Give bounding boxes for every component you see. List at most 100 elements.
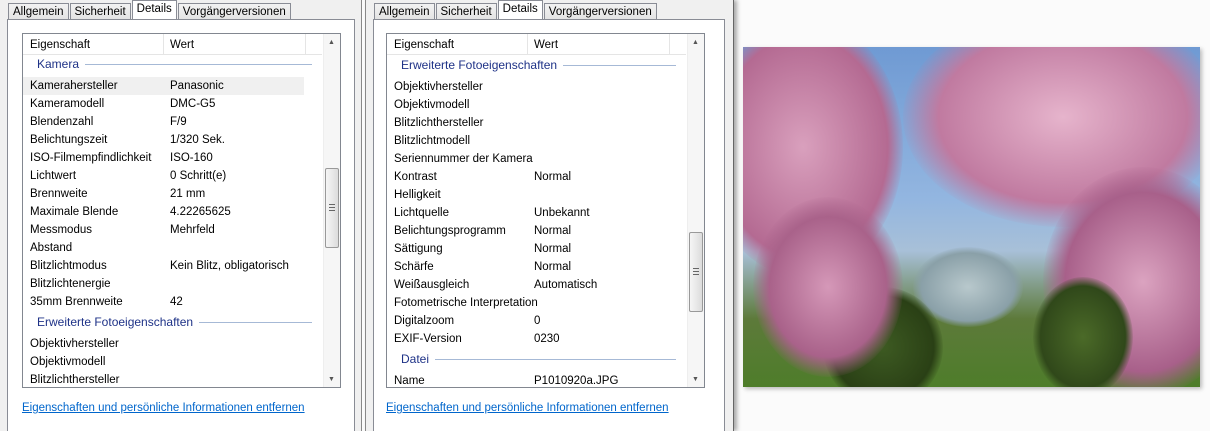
- group-header[interactable]: Datei: [387, 350, 686, 368]
- list-item[interactable]: Objektivmodell: [387, 96, 686, 114]
- property-name: Blitzlichtenergie: [30, 278, 111, 290]
- tab-details[interactable]: Details: [131, 0, 177, 19]
- list-item[interactable]: EXIF-Version 0230: [387, 330, 686, 348]
- column-wert[interactable]: Wert: [170, 39, 194, 51]
- tab-sicherheit[interactable]: Sicherheit: [69, 3, 131, 20]
- list-item[interactable]: Objektivmodell: [23, 353, 322, 371]
- property-name: Blendenzahl: [30, 116, 94, 128]
- scroll-thumb[interactable]: [689, 232, 703, 312]
- property-name: Digitalzoom: [394, 315, 455, 327]
- property-value: 4.22265625: [170, 206, 231, 218]
- property-name: 35mm Brennweite: [30, 296, 123, 308]
- list-item[interactable]: Weißausgleich Automatisch: [387, 276, 686, 294]
- property-name: Name: [394, 375, 425, 387]
- group-title: Kamera: [37, 55, 86, 73]
- list-item[interactable]: Seriennummer der Kamera: [387, 150, 686, 168]
- list-item[interactable]: Helligkeit: [387, 186, 686, 204]
- property-name: Blitzlichthersteller: [394, 117, 484, 129]
- property-value: 0: [534, 315, 541, 327]
- property-value: Normal: [534, 261, 572, 273]
- tab-allgemein[interactable]: Allgemein: [8, 3, 69, 20]
- group-header[interactable]: Erweiterte Fotoeigenschaften: [23, 313, 322, 331]
- scroll-thumb[interactable]: [325, 168, 339, 248]
- tab-allgemein[interactable]: Allgemein: [374, 3, 435, 20]
- property-name: Objektivmodell: [30, 356, 106, 368]
- list-item[interactable]: Kamerahersteller Panasonic: [23, 77, 304, 95]
- list-item[interactable]: Blitzlichtenergie: [23, 275, 322, 293]
- property-value: ISO-160: [170, 152, 213, 164]
- list-item[interactable]: Abstand: [23, 239, 322, 257]
- list-item[interactable]: Digitalzoom 0: [387, 312, 686, 330]
- list-item[interactable]: Blitzlichtmodus Kein Blitz, obligatorisch: [23, 257, 322, 275]
- scroll-up-icon[interactable]: ▲: [692, 39, 699, 46]
- tab-sicherheit[interactable]: Sicherheit: [435, 3, 497, 20]
- list-item[interactable]: Maximale Blende 4.22265625: [23, 203, 322, 221]
- list-item[interactable]: Objektivhersteller: [23, 335, 322, 353]
- list-item[interactable]: Fotometrische Interpretation: [387, 294, 686, 312]
- tab-vorgaengerversionen[interactable]: Vorgängerversionen: [177, 3, 291, 20]
- list-item[interactable]: Objektivhersteller: [387, 78, 686, 96]
- group-header[interactable]: Erweiterte Fotoeigenschaften: [387, 56, 686, 74]
- column-eigenschaft[interactable]: Eigenschaft: [30, 39, 90, 51]
- property-name: Kontrast: [394, 171, 437, 183]
- remove-properties-link[interactable]: Eigenschaften und persönliche Informatio…: [22, 402, 305, 414]
- list-item[interactable]: Blitzlichtmodell: [387, 132, 686, 150]
- tab-details[interactable]: Details: [497, 0, 543, 19]
- group-title: Erweiterte Fotoeigenschaften: [401, 56, 564, 74]
- list-item[interactable]: Blitzlichthersteller: [23, 371, 322, 387]
- list-item[interactable]: Lichtquelle Unbekannt: [387, 204, 686, 222]
- list-item[interactable]: Belichtungsprogramm Normal: [387, 222, 686, 240]
- property-value: F/9: [170, 116, 187, 128]
- property-value: DMC-G5: [170, 98, 216, 110]
- property-name: Maximale Blende: [30, 206, 119, 218]
- tab-strip: Allgemein Sicherheit Details Vorgängerve…: [8, 0, 292, 20]
- property-name: Kamerahersteller: [30, 80, 118, 92]
- group-title: Datei: [401, 350, 436, 368]
- scroll-down-icon[interactable]: ▼: [692, 376, 699, 383]
- property-name: Fotometrische Interpretation: [394, 297, 538, 309]
- list-item[interactable]: Blitzlichthersteller: [387, 114, 686, 132]
- column-wert[interactable]: Wert: [534, 39, 558, 51]
- property-value: Automatisch: [534, 279, 598, 291]
- list-item[interactable]: Belichtungszeit 1/320 Sek.: [23, 131, 322, 149]
- list-item[interactable]: Sättigung Normal: [387, 240, 686, 258]
- scroll-down-icon[interactable]: ▼: [328, 376, 335, 383]
- property-name: Belichtungsprogramm: [394, 225, 506, 237]
- property-value: 21 mm: [170, 188, 206, 200]
- property-value: P1010920a.JPG: [534, 375, 619, 387]
- list-item[interactable]: Schärfe Normal: [387, 258, 686, 276]
- list-item[interactable]: Lichtwert 0 Schritt(e): [23, 167, 322, 185]
- property-name: Helligkeit: [394, 189, 441, 201]
- property-name: Lichtquelle: [394, 207, 449, 219]
- property-name: Blitzlichtmodell: [394, 135, 471, 147]
- list-item[interactable]: Name P1010920a.JPG: [387, 372, 686, 387]
- property-value: Unbekannt: [534, 207, 590, 219]
- list-item[interactable]: Blendenzahl F/9: [23, 113, 322, 131]
- list-item[interactable]: Kameramodell DMC-G5: [23, 95, 322, 113]
- list-item[interactable]: Kontrast Normal: [387, 168, 686, 186]
- list-item[interactable]: Messmodus Mehrfeld: [23, 221, 322, 239]
- list-item[interactable]: ISO-Filmempfindlichkeit ISO-160: [23, 149, 322, 167]
- property-name: Objektivhersteller: [394, 81, 483, 93]
- properties-dialog-left: Allgemein Sicherheit Details Vorgängerve…: [0, 0, 362, 431]
- property-name: EXIF-Version: [394, 333, 462, 345]
- property-value: Mehrfeld: [170, 224, 215, 236]
- photo-preview: [743, 47, 1200, 387]
- group-header[interactable]: Kamera: [23, 55, 322, 73]
- property-list[interactable]: Eigenschaft Wert ▲ ▼ Kamera Kameraherstel…: [22, 33, 341, 388]
- scrollbar[interactable]: ▲ ▼: [323, 34, 340, 387]
- list-header: Eigenschaft Wert: [387, 34, 686, 55]
- list-item[interactable]: Brennweite 21 mm: [23, 185, 322, 203]
- list-item[interactable]: 35mm Brennweite 42: [23, 293, 322, 311]
- property-list[interactable]: Eigenschaft Wert ▲ ▼ Erweiterte Fotoeige…: [386, 33, 705, 388]
- scroll-up-icon[interactable]: ▲: [328, 39, 335, 46]
- property-name: Brennweite: [30, 188, 88, 200]
- scrollbar[interactable]: ▲ ▼: [687, 34, 704, 387]
- property-name: Seriennummer der Kamera: [394, 153, 533, 165]
- property-name: ISO-Filmempfindlichkeit: [30, 152, 152, 164]
- remove-properties-link[interactable]: Eigenschaften und persönliche Informatio…: [386, 402, 669, 414]
- tab-strip: Allgemein Sicherheit Details Vorgängerve…: [374, 0, 658, 20]
- tab-vorgaengerversionen[interactable]: Vorgängerversionen: [543, 3, 657, 20]
- column-eigenschaft[interactable]: Eigenschaft: [394, 39, 454, 51]
- property-value: Normal: [534, 171, 572, 183]
